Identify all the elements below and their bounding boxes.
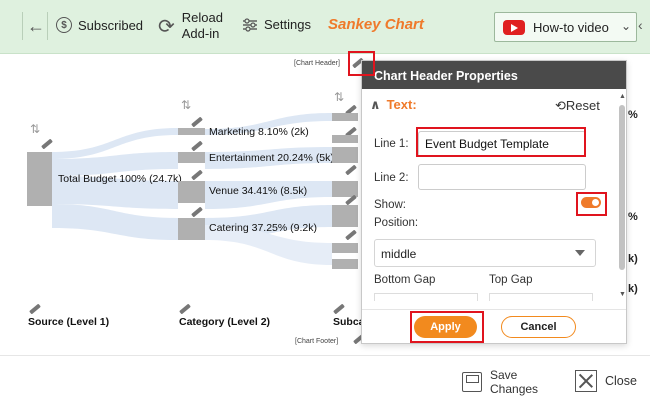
sort-icon[interactable]: ⇅ — [334, 90, 344, 104]
flow-catering — [52, 204, 178, 240]
top-gap-input[interactable] — [489, 293, 593, 301]
position-label: Position: — [374, 217, 419, 229]
level-label-source: Source (Level 1) — [28, 316, 110, 328]
ribbon-toolbar: ← $ Subscribed ⟳ Reload Add-in Settings … — [0, 0, 650, 54]
scroll-thumb[interactable] — [619, 105, 625, 270]
chevron-up-icon: ∧ — [370, 97, 381, 112]
caret-down-icon — [575, 250, 585, 256]
chart-footer-tag[interactable]: [Chart Footer] — [295, 338, 338, 345]
save-label-line2: Changes — [490, 382, 539, 396]
clipped-label: k) — [628, 283, 638, 295]
save-icon — [462, 372, 482, 392]
node-label-catering: Catering 37.25% (9.2k) — [209, 222, 317, 234]
highlight-box — [576, 192, 607, 216]
reload-icon: ⟳ — [158, 15, 175, 38]
clipped-label: % — [628, 211, 638, 223]
node-label-marketing: Marketing 8.10% (2k) — [209, 126, 309, 138]
settings-button[interactable]: Settings — [242, 17, 311, 32]
howto-label: How-to video — [533, 19, 609, 35]
settings-label: Settings — [264, 17, 311, 32]
back-arrow-icon[interactable]: ← — [27, 16, 45, 37]
subscribed-button[interactable]: $ Subscribed — [56, 17, 143, 33]
subscribed-label: Subscribed — [78, 17, 144, 33]
node-venue[interactable] — [178, 181, 205, 203]
scroll-up-icon[interactable]: ▲ — [619, 93, 626, 100]
chart-header-tag[interactable]: [Chart Header] — [294, 60, 340, 67]
bottom-gap-label: Bottom Gap — [374, 274, 436, 286]
node-subcategory[interactable] — [332, 259, 358, 269]
close-button[interactable]: Close — [575, 370, 637, 392]
reload-label-line1: Reload — [181, 10, 223, 25]
node-subcategory[interactable] — [332, 205, 358, 227]
position-select[interactable]: middle — [374, 239, 596, 267]
menu-icon[interactable] — [4, 18, 19, 32]
node-label-total-budget: Total Budget 100% (24.7k) — [58, 173, 182, 185]
line2-input[interactable] — [418, 164, 586, 190]
level-label-category: Category (Level 2) — [179, 316, 271, 328]
node-entertainment[interactable] — [178, 152, 205, 163]
save-label-line1: Save — [490, 368, 518, 382]
sliders-icon — [243, 17, 257, 32]
sort-icon[interactable]: ⇅ — [181, 98, 191, 112]
reload-label-line2: Add-in — [181, 26, 220, 41]
highlight-box — [348, 51, 375, 76]
level-label-subcategory: Subca — [333, 316, 365, 328]
undo-icon: ⟲ — [555, 98, 566, 113]
node-marketing[interactable] — [178, 128, 205, 135]
dollar-circle-icon: $ — [56, 17, 72, 33]
close-label: Close — [605, 374, 637, 388]
clipped-label: % — [628, 109, 638, 121]
toolbar-divider — [22, 12, 23, 40]
dialog-footer: Apply Cancel — [362, 309, 626, 343]
toolbar-divider — [47, 12, 48, 40]
line2-label: Line 2: — [374, 172, 409, 184]
save-changes-button[interactable]: Save Changes — [462, 368, 538, 396]
reset-button[interactable]: ⟲Reset — [555, 98, 600, 114]
node-subcategory[interactable] — [332, 113, 358, 121]
chevron-down-icon: ⌄ — [620, 19, 631, 33]
bottom-action-bar: Save Changes Close — [0, 355, 650, 408]
node-subcategory[interactable] — [332, 147, 358, 163]
line1-label: Line 1: — [374, 138, 409, 150]
sort-icon[interactable]: ⇅ — [30, 122, 40, 136]
text-section-label: Text: — [386, 97, 417, 112]
text-section-toggle[interactable]: ∧ Text: — [370, 97, 417, 113]
dialog-title: Chart Header Properties — [362, 61, 626, 89]
node-label-venue: Venue 34.41% (8.5k) — [209, 185, 308, 197]
node-total-budget[interactable] — [27, 152, 52, 206]
cancel-button[interactable]: Cancel — [501, 316, 576, 338]
highlight-box — [410, 311, 484, 343]
scroll-down-icon[interactable]: ▼ — [619, 291, 626, 298]
dialog-scrollbar[interactable]: ▲ ▼ — [619, 93, 626, 301]
node-label-entertainment: Entertainment 20.24% (5k) — [209, 152, 334, 164]
youtube-icon — [503, 19, 525, 35]
bottom-gap-input[interactable] — [374, 293, 478, 301]
highlight-box — [416, 127, 586, 157]
node-catering[interactable] — [178, 218, 205, 240]
close-icon — [575, 370, 597, 392]
node-subcategory[interactable] — [332, 135, 358, 143]
clipped-label: k) — [628, 253, 638, 265]
node-subcategory[interactable] — [332, 243, 358, 253]
reset-label: Reset — [565, 98, 600, 113]
position-value: middle — [381, 247, 417, 261]
top-gap-label: Top Gap — [489, 274, 533, 286]
reload-addin-button[interactable]: ⟳ Reload Add-in — [158, 10, 223, 42]
app-title: Sankey Chart — [328, 16, 424, 33]
show-label: Show: — [374, 199, 406, 211]
howto-video-dropdown[interactable]: How-to video ⌄ — [494, 12, 637, 42]
chevron-left-icon[interactable]: ‹ — [638, 17, 643, 33]
